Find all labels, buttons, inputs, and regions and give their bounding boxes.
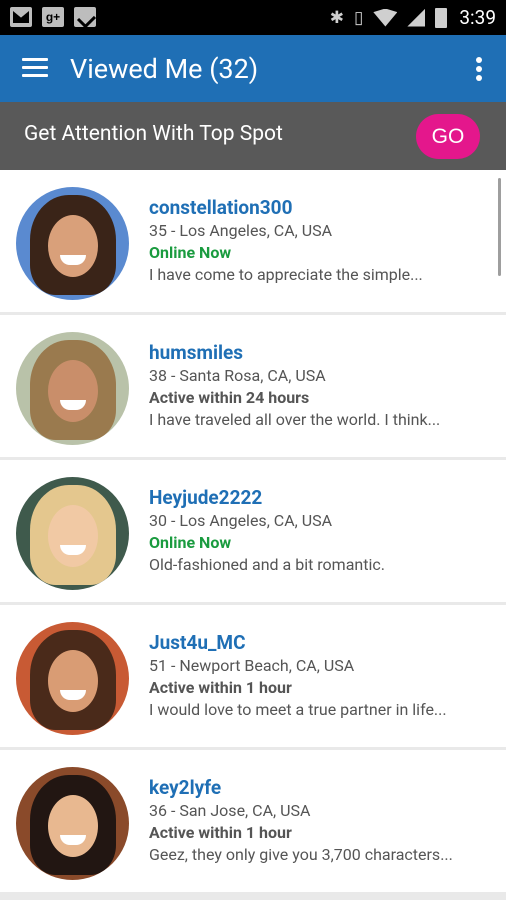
profile-snippet: I have come to appreciate the simple... <box>149 265 423 284</box>
store-icon <box>74 7 96 27</box>
battery-icon <box>435 7 448 28</box>
username[interactable]: humsmiles <box>149 341 440 365</box>
profile-snippet: I would love to meet a true partner in l… <box>149 700 447 719</box>
avatar[interactable] <box>16 767 129 880</box>
status-bar: g+ ✱ ▯ 3:39 <box>0 0 506 35</box>
profile-meta: 51 - Newport Beach, CA, USA <box>149 656 355 675</box>
wifi-icon <box>373 8 398 27</box>
activity-status: Online Now <box>149 243 232 262</box>
avatar[interactable] <box>16 622 129 735</box>
vibrate-icon: ▯ <box>354 7 364 28</box>
app-bar: Viewed Me (32) <box>0 35 506 102</box>
list-item[interactable]: humsmiles 38 - Santa Rosa, CA, USA Activ… <box>0 315 506 457</box>
clock: 3:39 <box>459 6 496 29</box>
avatar-face <box>48 215 98 277</box>
activity-status: Online Now <box>149 533 232 552</box>
top-spot-banner: Get Attention With Top Spot GO <box>0 102 506 170</box>
overflow-menu-icon[interactable] <box>474 55 484 83</box>
avatar-face <box>48 360 98 422</box>
scrollbar[interactable] <box>498 178 501 276</box>
profile-snippet: Old-fashioned and a bit romantic. <box>149 555 385 574</box>
activity-status: Active within 1 hour <box>149 678 292 697</box>
page-title: Viewed Me (32) <box>70 53 259 85</box>
menu-icon[interactable] <box>22 58 48 78</box>
profile-meta: 30 - Los Angeles, CA, USA <box>149 511 333 530</box>
go-button[interactable]: GO <box>416 114 480 159</box>
list-item[interactable]: key2lyfe 36 - San Jose, CA, USA Active w… <box>0 750 506 892</box>
avatar[interactable] <box>16 332 129 445</box>
activity-status: Active within 1 hour <box>149 823 292 842</box>
profile-meta: 36 - San Jose, CA, USA <box>149 801 311 820</box>
avatar[interactable] <box>16 187 129 300</box>
google-plus-icon: g+ <box>42 7 64 27</box>
avatar-face <box>48 650 98 712</box>
signal-icon <box>407 8 426 27</box>
avatar-face <box>48 505 98 567</box>
profile-meta: 38 - Santa Rosa, CA, USA <box>149 366 326 385</box>
username[interactable]: key2lyfe <box>149 776 453 800</box>
bluetooth-icon: ✱ <box>329 7 344 28</box>
list-item[interactable]: Heyjude2222 30 - Los Angeles, CA, USA On… <box>0 460 506 602</box>
username[interactable]: Just4u_MC <box>149 631 447 655</box>
activity-status: Active within 24 hours <box>149 388 310 407</box>
top-spot-text: Get Attention With Top Spot <box>24 122 283 146</box>
avatar[interactable] <box>16 477 129 590</box>
profile-snippet: I have traveled all over the world. I th… <box>149 410 441 429</box>
profile-meta: 35 - Los Angeles, CA, USA <box>149 221 333 240</box>
username[interactable]: Heyjude2222 <box>149 486 385 510</box>
profile-list: constellation300 35 - Los Angeles, CA, U… <box>0 170 506 895</box>
avatar-face <box>48 795 98 857</box>
username[interactable]: constellation300 <box>149 196 423 220</box>
gmail-icon <box>10 7 32 27</box>
profile-snippet: Geez, they only give you 3,700 character… <box>149 845 453 864</box>
list-item[interactable]: Just4u_MC 51 - Newport Beach, CA, USA Ac… <box>0 605 506 747</box>
list-item[interactable]: constellation300 35 - Los Angeles, CA, U… <box>0 170 506 312</box>
